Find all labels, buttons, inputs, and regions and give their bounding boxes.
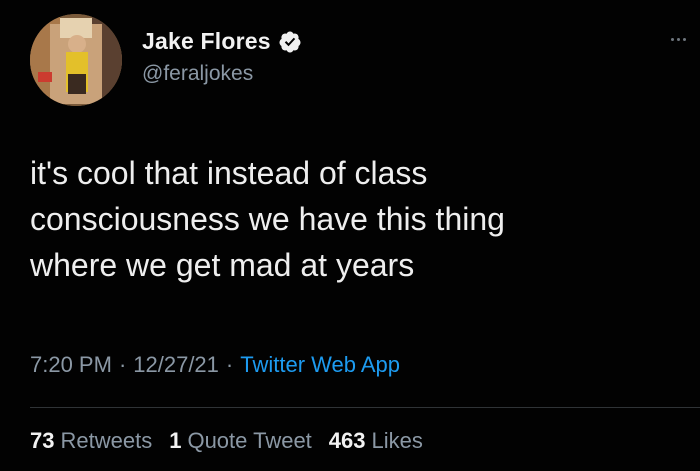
tweet-stats: 73 Retweets 1 Quote Tweet 463 Likes bbox=[30, 428, 440, 454]
author-name-row: Jake Flores bbox=[142, 28, 302, 55]
avatar[interactable] bbox=[30, 14, 122, 106]
tweet-text: it's cool that instead of class consciou… bbox=[30, 155, 505, 283]
verified-badge-icon bbox=[279, 31, 301, 52]
likes-label: Likes bbox=[371, 428, 423, 453]
retweets-stat[interactable]: 73 Retweets bbox=[30, 428, 152, 454]
profile-photo-icon bbox=[30, 14, 122, 106]
meta-separator: · bbox=[225, 352, 234, 377]
author-display-name[interactable]: Jake Flores bbox=[142, 28, 271, 55]
tweet-card: Jake Flores @feraljokes it's cool that i… bbox=[0, 0, 700, 471]
retweets-count: 73 bbox=[30, 428, 55, 453]
divider bbox=[30, 407, 700, 408]
likes-count: 463 bbox=[328, 428, 366, 453]
tweet-date[interactable]: 12/27/21 bbox=[133, 352, 219, 378]
retweets-label: Retweets bbox=[60, 428, 153, 453]
quote-tweets-count: 1 bbox=[169, 428, 182, 453]
more-options-icon[interactable] bbox=[671, 38, 686, 41]
tweet-meta: 7:20 PM · 12/27/21 · Twitter Web App bbox=[30, 352, 400, 378]
tweet-source-link[interactable]: Twitter Web App bbox=[240, 352, 400, 378]
likes-stat[interactable]: 463 Likes bbox=[329, 428, 423, 454]
quote-tweets-label: Quote Tweet bbox=[187, 428, 312, 453]
quote-tweets-stat[interactable]: 1 Quote Tweet bbox=[169, 428, 312, 454]
tweet-time[interactable]: 7:20 PM bbox=[30, 352, 112, 378]
meta-separator: · bbox=[118, 352, 127, 377]
author-handle[interactable]: @feraljokes bbox=[142, 62, 253, 86]
